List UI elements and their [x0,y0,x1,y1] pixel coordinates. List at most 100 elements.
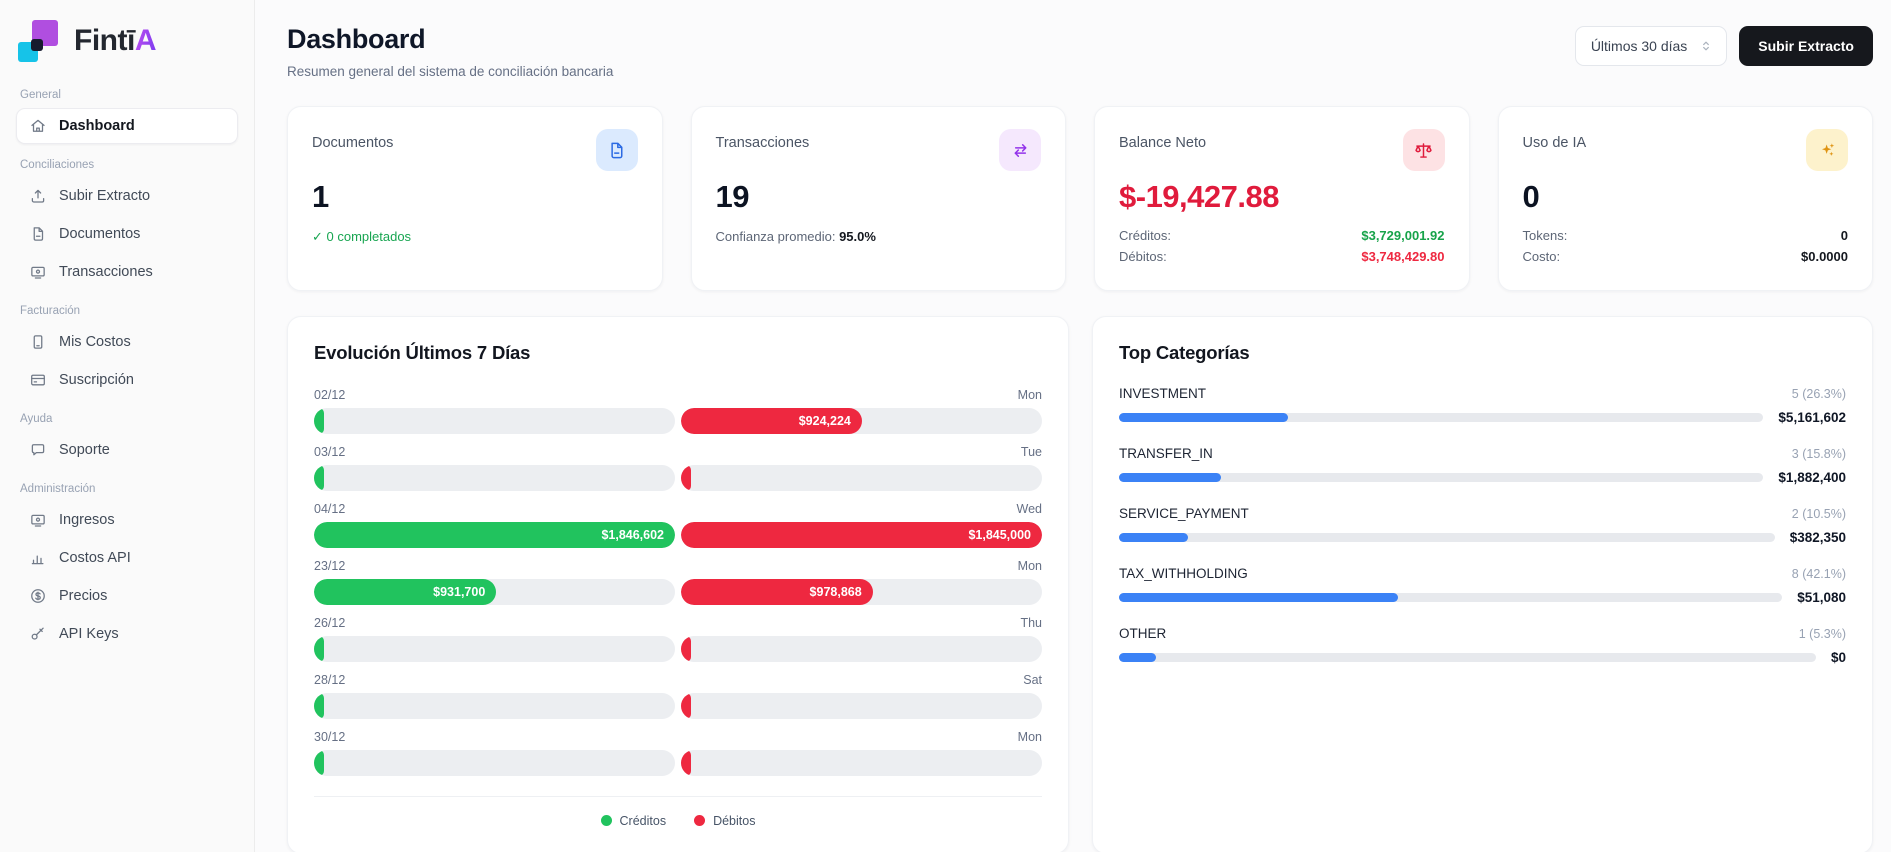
category-amount: $0 [1830,649,1846,665]
stat-card: Transacciones 19 Confianza promedio: 95.… [690,106,1066,291]
category-row: OTHER 1 (5.3%) $0 [1119,626,1846,665]
sidebar-item-label: Subir Extracto [59,188,151,204]
category-amount: $51,080 [1797,589,1846,605]
top-categories-card: Top Categorías INVESTMENT 5 (26.3%) $5,1… [1092,315,1873,852]
page-header-text: Dashboard Resumen general del sistema de… [287,24,613,79]
upload-statement-button[interactable]: Subir Extracto [1739,26,1873,66]
sidebar-item-label: Costos API [59,550,131,566]
category-amount: $5,161,602 [1778,409,1846,425]
scale-icon [1413,140,1434,161]
debit-bar-track: $924,224 [681,407,1042,434]
chart-row-day: Sat [1023,672,1042,687]
sidebar-item[interactable]: Suscripción [16,362,238,398]
receipt-icon [29,333,47,351]
stat-row-value: 0 [1840,228,1848,243]
chart-row-date: 02/12 [314,387,346,402]
upload-icon [29,187,47,205]
credit-bar [314,749,324,776]
chart-row: 03/12 Tue [314,445,1042,491]
chart-row-date: 28/12 [314,672,346,687]
stat-card-note: ✓ 0 completados [312,229,412,244]
stat-card-note: Confianza promedio: 95.0% [715,229,876,244]
app: FintīA General Dashboard Conciliaciones … [0,0,1891,852]
header-controls: Últimos 30 días Subir Extracto [1574,26,1873,66]
top-categories-title: Top Categorías [1119,341,1250,363]
sidebar-item[interactable]: Dashboard [16,108,238,144]
key-icon [29,625,47,643]
chart-row: 04/12 Wed $1,846,602 $1,845,000 [314,502,1042,548]
brand-name-dark: Fintī [74,24,135,57]
category-bar-track [1119,412,1764,422]
stat-row-label: Créditos: [1119,228,1172,243]
date-range-select[interactable]: Últimos 30 días [1574,26,1728,66]
category-bar-track [1119,472,1764,482]
credit-bar [314,635,324,662]
category-name: INVESTMENT [1119,385,1207,401]
category-name: OTHER [1119,625,1167,641]
sidebar-item-label: Ingresos [59,512,115,528]
sidebar-item[interactable]: Documentos [16,216,238,252]
stat-row-label: Costo: [1522,248,1561,264]
stat-card-icon-box [595,129,638,171]
credit-bar-label: $931,700 [433,584,486,599]
legend-item: Créditos [600,814,666,828]
sidebar-item[interactable]: Soporte [16,432,238,468]
sidebar-section-label: Conciliaciones [20,159,95,171]
stat-card: Balance Neto $-19,427.88 Créditos: $3,72… [1094,106,1470,291]
sidebar-item[interactable]: Precios [16,578,238,614]
stat-row-value: $3,729,001.92 [1361,228,1445,243]
sidebar-item-label: Dashboard [59,118,135,134]
sidebar-section-items: Subir Extracto Documentos Transacciones [16,178,238,290]
debit-bar-track: $978,868 [681,578,1042,605]
chart-legend: Créditos Débitos [314,795,1042,828]
legend-dot [600,815,612,827]
legend-item: Débitos [694,814,755,828]
chart-row-day: Tue [1020,444,1042,459]
chart-row: 23/12 Mon $931,700 $978,868 [314,559,1042,605]
transactions-icon [29,263,47,281]
evolution-chart-card: Evolución Últimos 7 Días 02/12 Mon $924,… [287,315,1069,852]
category-bar [1119,592,1399,602]
chart-row-date: 03/12 [314,444,346,459]
category-count: 5 (26.3%) [1791,386,1846,401]
home-icon [29,117,47,135]
stat-card-value: 0 [1522,179,1540,214]
chart-row-day: Mon [1017,558,1042,573]
sidebar-section-items: Soporte [16,432,238,468]
stat-card-icon-box [999,129,1041,171]
stat-row-value: $0.0000 [1801,248,1848,264]
main-content: Dashboard Resumen general del sistema de… [255,0,1891,852]
credit-bar [314,692,324,719]
sidebar-item[interactable]: Transacciones [16,254,238,290]
debit-bar [681,749,691,776]
category-count: 8 (42.1%) [1791,566,1846,581]
chevrons-up-down-icon [1699,39,1713,53]
credit-bar: $1,846,602 [314,521,675,548]
brand-logo: FintīA [16,14,238,74]
sidebar-item[interactable]: Subir Extracto [16,178,238,214]
legend-label: Débitos [713,813,756,828]
panels-row: Evolución Últimos 7 Días 02/12 Mon $924,… [287,315,1873,852]
category-amount: $1,882,400 [1778,469,1846,485]
sidebar-item[interactable]: Ingresos [16,502,238,538]
category-row: INVESTMENT 5 (26.3%) $5,161,602 [1119,386,1846,425]
sidebar-item[interactable]: Costos API [16,540,238,576]
brand-name-accent: A [134,24,157,57]
category-count: 2 (10.5%) [1791,506,1846,521]
credit-bar-track [314,635,675,662]
brand-name: FintīA [74,24,156,58]
credit-bar-track [314,407,675,434]
category-count: 3 (15.8%) [1791,446,1846,461]
sidebar-item-label: Precios [59,588,108,604]
screen-icon [29,511,47,529]
sidebar-item[interactable]: Mis Costos [16,324,238,360]
debit-bar-label: $924,224 [798,413,851,428]
legend-dot [694,815,706,827]
sidebar-nav: General Dashboard Conciliaciones Subir E… [16,89,238,652]
debit-bar-label: $1,845,000 [968,527,1031,542]
sidebar-section: Ayuda Soporte [16,413,238,468]
sidebar: FintīA General Dashboard Conciliaciones … [0,0,255,852]
credit-bar [314,407,324,434]
sidebar-item[interactable]: API Keys [16,616,238,652]
chart-row-day: Mon [1017,387,1042,402]
